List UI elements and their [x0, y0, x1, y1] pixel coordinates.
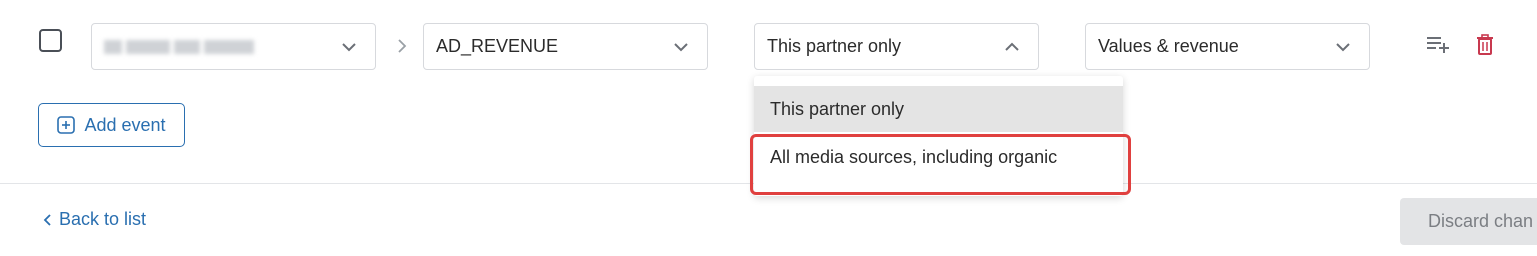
- attribution-value: This partner only: [767, 36, 902, 56]
- plus-square-icon: [57, 116, 76, 134]
- dropdown-option-this-partner[interactable]: This partner only: [754, 86, 1123, 132]
- chevron-down-icon: [1336, 43, 1350, 52]
- highlight-box: [750, 134, 1131, 195]
- chevron-down-icon: [342, 43, 356, 52]
- trash-icon[interactable]: [1474, 33, 1496, 57]
- chevron-down-icon: [674, 43, 688, 52]
- back-label: Back to list: [59, 209, 147, 229]
- event-name-value: AD_REVENUE: [436, 36, 559, 56]
- sending-option-value: Values & revenue: [1098, 36, 1239, 56]
- add-event-label: Add event: [84, 114, 166, 135]
- playlist-add-icon[interactable]: [1425, 33, 1451, 57]
- sending-option-select[interactable]: Values & revenue: [1085, 23, 1370, 70]
- attribution-select[interactable]: This partner only: [754, 23, 1039, 70]
- add-event-button[interactable]: Add event: [38, 103, 185, 147]
- chevron-right-icon: [398, 39, 407, 53]
- row-checkbox[interactable]: [39, 29, 62, 52]
- back-to-list-link[interactable]: Back to list: [43, 209, 146, 230]
- event-select[interactable]: [91, 23, 376, 70]
- option-label: This partner only: [770, 98, 905, 119]
- chevron-up-icon: [1005, 42, 1019, 51]
- blurred-event-value: [104, 39, 254, 54]
- discard-changes-button[interactable]: Discard chan: [1400, 198, 1537, 245]
- chevron-left-icon: [43, 213, 51, 226]
- discard-label: Discard chan: [1428, 211, 1534, 231]
- event-name-select[interactable]: AD_REVENUE: [423, 23, 708, 70]
- event-mapping-panel: AD_REVENUE This partner only Values & re…: [0, 0, 1537, 256]
